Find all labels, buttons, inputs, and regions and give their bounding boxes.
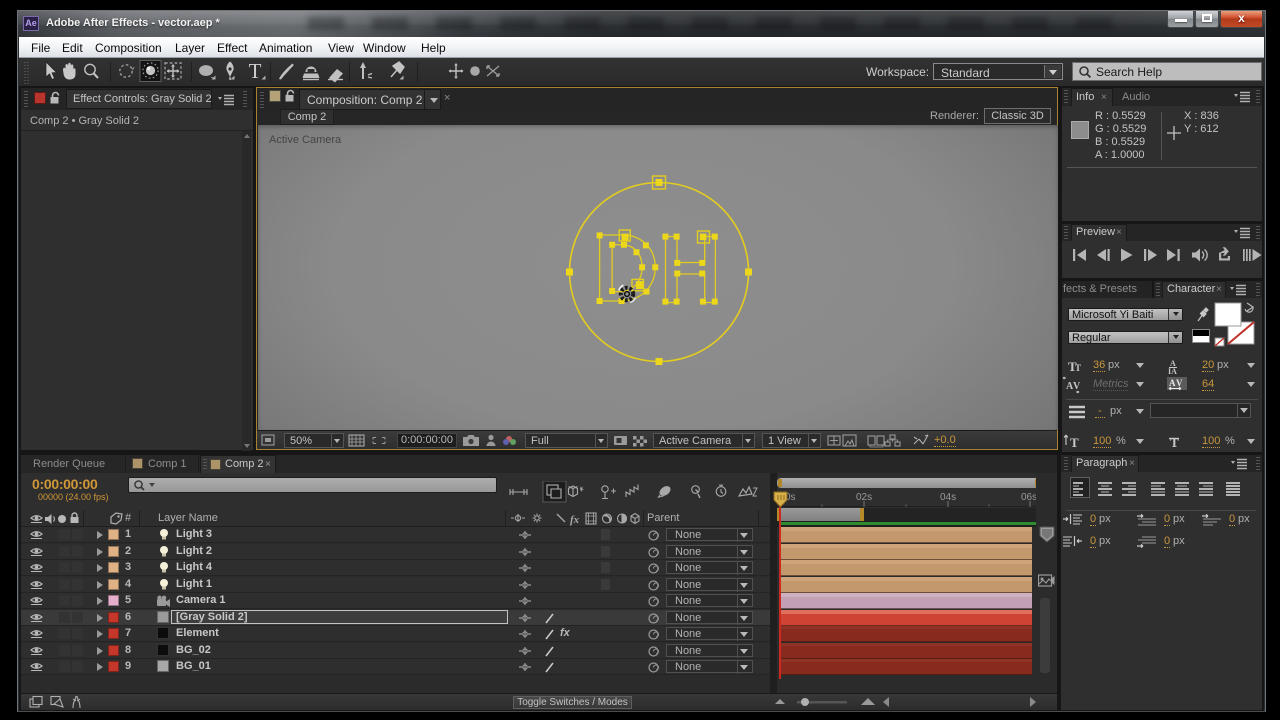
svg-text:T: T — [1070, 435, 1079, 450]
svg-text:V: V — [1073, 381, 1081, 392]
svg-text:A: A — [1169, 378, 1176, 388]
svg-text:IA: IA — [1168, 367, 1177, 375]
svg-text:T: T — [1075, 363, 1081, 373]
svg-text:T: T — [249, 59, 262, 83]
svg-text:V: V — [1176, 378, 1183, 388]
svg-text:T: T — [1170, 435, 1179, 450]
svg-text:fx: fx — [570, 514, 580, 526]
